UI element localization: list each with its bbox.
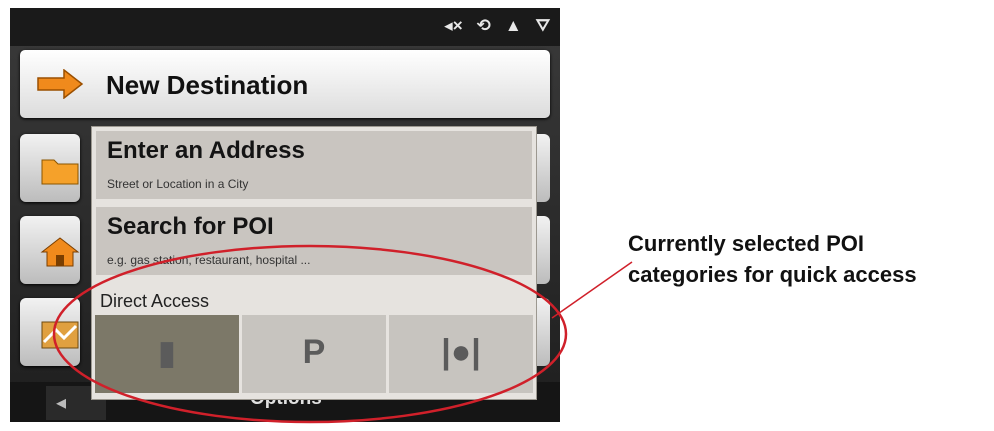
annotation-callout: Currently selected POI categories for qu…: [628, 228, 917, 290]
callout-line-1: Currently selected POI: [628, 231, 864, 256]
highlight-ellipse: [52, 244, 568, 424]
callout-line-2: categories for quick access: [628, 262, 917, 287]
callout-leader-line: [551, 261, 633, 319]
annotation-overlay: [52, 244, 633, 424]
